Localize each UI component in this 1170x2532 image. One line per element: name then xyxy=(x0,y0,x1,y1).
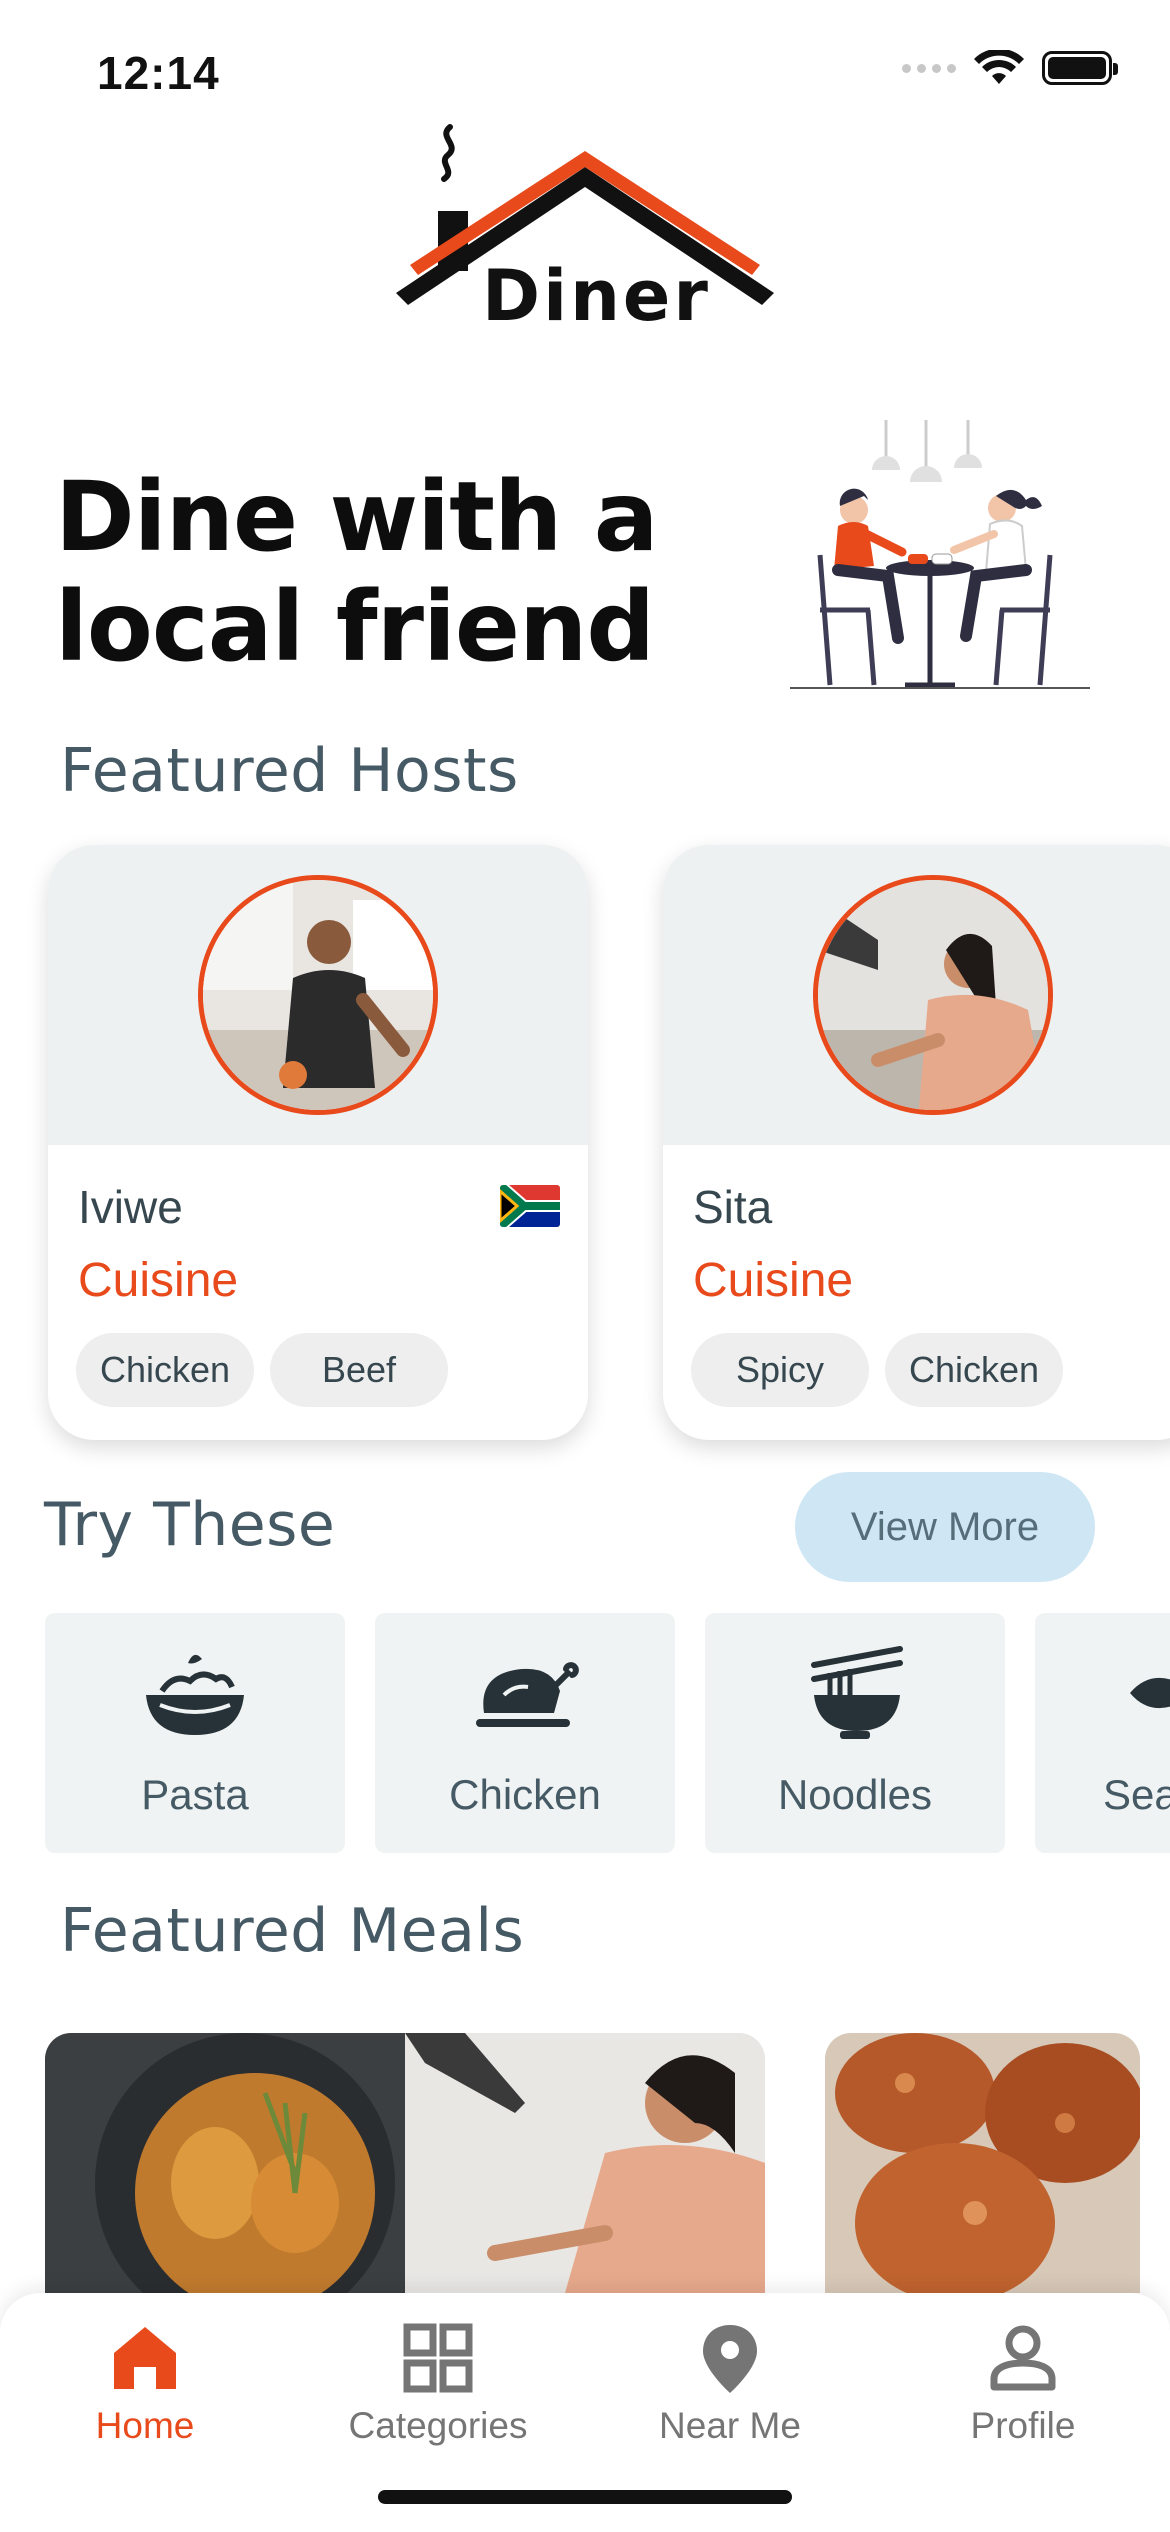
host-cuisine-label: Cuisine xyxy=(78,1254,239,1307)
category-label: Pasta xyxy=(141,1771,249,1818)
pasta-icon xyxy=(146,1654,244,1735)
host-card-header xyxy=(48,845,588,1145)
location-pin-icon xyxy=(703,2325,757,2393)
logo-text: Diner xyxy=(482,255,711,337)
meal-image xyxy=(825,2033,1140,2293)
category-tile-chicken[interactable]: Chicken xyxy=(375,1613,675,1853)
category-label: Chicken xyxy=(449,1771,601,1818)
category-label: Sea xyxy=(1103,1771,1170,1818)
home-icon xyxy=(114,2327,176,2389)
status-time: 12:14 xyxy=(97,47,220,99)
host-card-header xyxy=(663,845,1170,1145)
person-icon xyxy=(990,2325,1056,2391)
tag-chip[interactable]: Beef xyxy=(270,1333,448,1407)
host-cuisine-label: Cuisine xyxy=(693,1254,854,1307)
meal-image xyxy=(45,2033,765,2293)
view-more-button[interactable]: View More xyxy=(795,1472,1095,1582)
featured-meals-title: Featured Meals xyxy=(60,1896,525,1966)
grid-icon xyxy=(403,2323,473,2393)
featured-hosts-title: Featured Hosts xyxy=(60,736,519,806)
hero-title-line-1: Dine with a xyxy=(55,461,659,573)
nav-label: Near Me xyxy=(659,2405,801,2446)
host-card[interactable]: Sita Cuisine Spicy Chicken xyxy=(663,845,1170,1440)
category-tile-seafood[interactable]: Sea xyxy=(1035,1613,1170,1853)
nav-item-categories[interactable]: Categories xyxy=(308,2323,568,2463)
nav-item-near-me[interactable]: Near Me xyxy=(600,2323,860,2463)
home-indicator[interactable] xyxy=(378,2490,792,2504)
meal-card[interactable] xyxy=(45,2033,765,2293)
host-name: Sita xyxy=(693,1181,773,1233)
host-avatar xyxy=(198,875,438,1115)
chicken-icon xyxy=(476,1662,579,1727)
host-name: Iviwe xyxy=(78,1181,183,1233)
hero-title: Dine with a local friend xyxy=(55,462,675,682)
host-avatar xyxy=(813,875,1053,1115)
nav-label: Categories xyxy=(348,2405,528,2446)
host-tags: Chicken Beef xyxy=(76,1333,448,1407)
seafood-icon xyxy=(1130,1677,1170,1709)
host-card[interactable]: Iviwe Cuisine Chicken Beef xyxy=(48,845,588,1440)
category-tile-pasta[interactable]: Pasta xyxy=(45,1613,345,1853)
cellular-signal-icon xyxy=(902,63,956,73)
nav-item-home[interactable]: Home xyxy=(15,2323,275,2463)
noodles-icon xyxy=(811,1646,903,1739)
app-logo: Diner xyxy=(390,115,780,337)
try-these-title: Try These xyxy=(44,1490,336,1560)
tag-chip[interactable]: Chicken xyxy=(885,1333,1063,1407)
tag-chip[interactable]: Spicy xyxy=(691,1333,869,1407)
nav-label: Profile xyxy=(970,2405,1076,2446)
category-tile-noodles[interactable]: Noodles xyxy=(705,1613,1005,1853)
south-africa-flag-icon xyxy=(500,1185,560,1227)
nav-label: Home xyxy=(95,2405,195,2446)
dining-couple-illustration xyxy=(790,420,1090,689)
nav-item-profile[interactable]: Profile xyxy=(893,2323,1153,2463)
category-label: Noodles xyxy=(777,1771,933,1818)
hero-title-line-2: local friend xyxy=(55,571,655,683)
meal-card[interactable] xyxy=(825,2033,1140,2293)
status-icons xyxy=(902,50,1118,86)
host-tags: Spicy Chicken xyxy=(691,1333,1063,1407)
wifi-icon xyxy=(974,50,1024,84)
battery-icon xyxy=(1042,51,1118,85)
tag-chip[interactable]: Chicken xyxy=(76,1333,254,1407)
